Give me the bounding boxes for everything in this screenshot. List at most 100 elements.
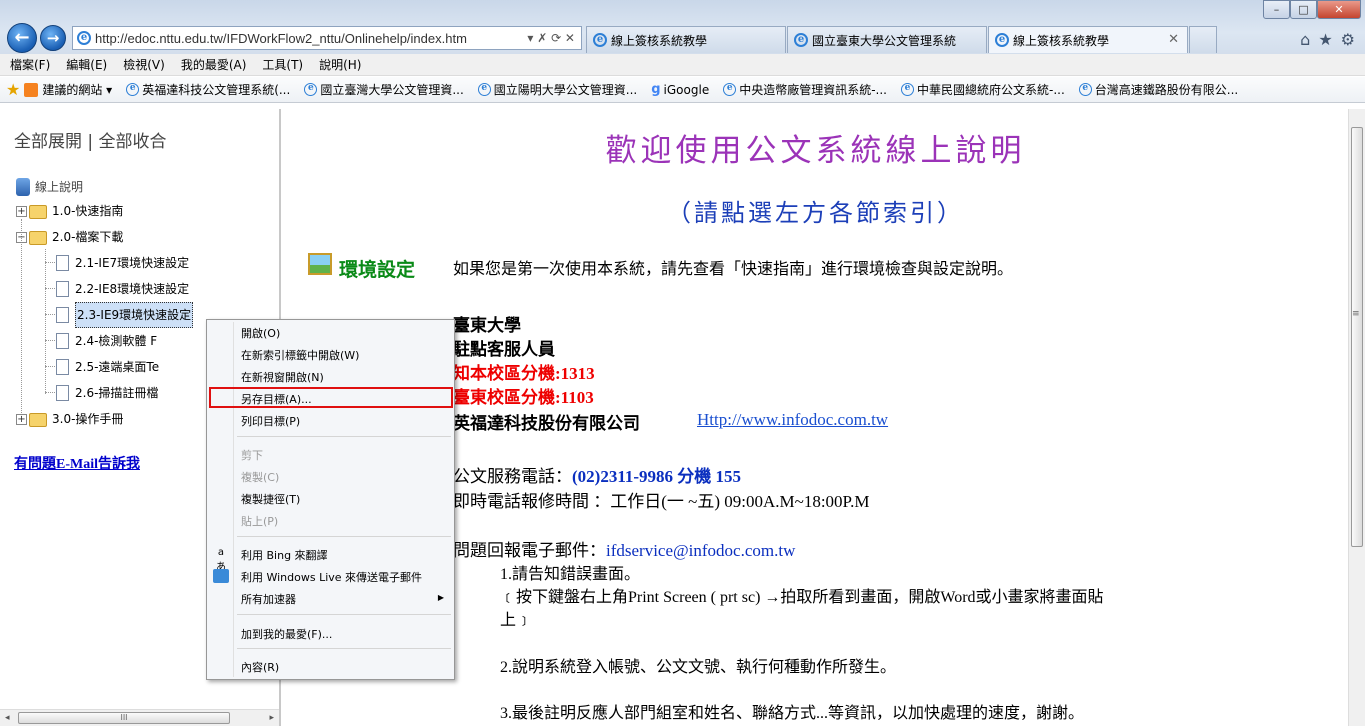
env-settings-label[interactable]: 環境設定 bbox=[339, 255, 415, 282]
ie-page-icon: e bbox=[477, 83, 491, 96]
tree-guide bbox=[45, 262, 55, 263]
main-vertical-scrollbar[interactable]: ≡ bbox=[1348, 109, 1365, 726]
left-horizontal-scrollbar[interactable]: ◂ III ▸ bbox=[0, 709, 279, 726]
new-tab-button[interactable] bbox=[1189, 26, 1217, 53]
service-phone: 公文服務電話：(02)2311-9986 分機 155 bbox=[453, 462, 741, 487]
menu-tools[interactable]: 工具(T) bbox=[262, 56, 303, 73]
fav-link[interactable]: e 台灣高速鐵路股份有限公... bbox=[1078, 81, 1238, 98]
tree-root[interactable]: 線上說明 bbox=[16, 175, 83, 199]
tree-item-2-6[interactable]: 2.6-掃描註冊檔 bbox=[56, 381, 158, 405]
tab-2[interactable]: e 國立臺東大學公文管理系統 bbox=[787, 26, 987, 53]
close-button[interactable]: ✕ bbox=[1317, 0, 1361, 19]
tree-item-2-0[interactable]: − 2.0-檔案下載 bbox=[16, 225, 123, 249]
browser-titlebar: ← → e http://edoc.nttu.edu.tw/IFDWorkFlo… bbox=[0, 0, 1365, 54]
step-1: 1.請告知錯誤畫面。 bbox=[500, 566, 641, 583]
maximize-button[interactable]: □ bbox=[1290, 0, 1317, 19]
tree-label-selected: 2.3-IE9環境快速設定 bbox=[75, 302, 194, 328]
back-button[interactable]: ← bbox=[7, 23, 37, 53]
env-settings-text: 如果您是第一次使用本系統，請先查看「快速指南」進行環境檢查與設定說明。 bbox=[453, 259, 1014, 278]
scroll-thumb[interactable] bbox=[1351, 127, 1363, 547]
tree-guide bbox=[45, 392, 55, 393]
tree-guide bbox=[45, 288, 55, 289]
address-bar[interactable]: e http://edoc.nttu.edu.tw/IFDWorkFlow2_n… bbox=[72, 26, 582, 50]
ctx-open[interactable]: 開啟(O) bbox=[241, 325, 280, 341]
scroll-thumb[interactable]: III bbox=[18, 712, 230, 724]
ctx-print-target[interactable]: 列印目標(P) bbox=[241, 413, 300, 429]
service-hours: 即時電話報修時間 ：工作日(一 ~五) 09:00A.M~18:00P.M bbox=[453, 492, 870, 511]
page-icon bbox=[56, 307, 69, 323]
expand-plus-icon[interactable]: + bbox=[16, 205, 27, 217]
collapse-all-link[interactable]: 全部收合 bbox=[99, 132, 167, 152]
ie-page-icon: e bbox=[593, 33, 607, 47]
expand-plus-icon[interactable]: + bbox=[16, 413, 27, 425]
menu-file[interactable]: 檔案(F) bbox=[10, 56, 50, 73]
fav-link[interactable]: e 中華民國總統府公文系統-... bbox=[900, 81, 1065, 98]
tree-item-2-1[interactable]: 2.1-IE7環境快速設定 bbox=[56, 251, 189, 275]
tree-label: 2.4-檢測軟體 F bbox=[75, 334, 158, 348]
fav-link[interactable]: e 英福達科技公文管理系統(... bbox=[126, 81, 290, 98]
tab-close-icon[interactable]: ✕ bbox=[1168, 32, 1179, 47]
fav-link[interactable]: e 國立陽明大學公文管理資... bbox=[477, 81, 637, 98]
tree-item-1-0[interactable]: + 1.0-快速指南 bbox=[16, 199, 123, 223]
favorites-star-icon[interactable]: ★ bbox=[1318, 30, 1332, 49]
company-url-link[interactable]: Http://www.infodoc.com.tw bbox=[697, 410, 888, 430]
minimize-button[interactable]: – bbox=[1263, 0, 1290, 19]
menu-separator bbox=[237, 648, 451, 649]
ctx-open-new-window[interactable]: 在新視窗開啟(N) bbox=[241, 369, 324, 385]
contact-ext-taitung: 臺東校區分機:1103 bbox=[453, 388, 594, 407]
fav-suggested-sites[interactable]: 建議的網站 ▾ bbox=[24, 81, 112, 98]
scroll-right-icon[interactable]: ▸ bbox=[269, 713, 274, 723]
home-icon[interactable]: ⌂ bbox=[1300, 30, 1310, 49]
fav-link[interactable]: g iGoogle bbox=[651, 82, 709, 97]
page-icon bbox=[56, 333, 69, 349]
support-email-label: 問題回報電子郵件： bbox=[453, 541, 606, 560]
ctx-cut: 剪下 bbox=[241, 449, 263, 462]
support-email-value[interactable]: ifdservice@infodoc.com.tw bbox=[606, 541, 795, 560]
fav-label: 國立臺灣大學公文管理資... bbox=[320, 83, 464, 97]
page-subtitle: （請點選左方各節索引） bbox=[667, 199, 964, 227]
landscape-picture-icon bbox=[308, 253, 332, 275]
ctx-translate-bing[interactable]: 利用 Bing 來翻譯 bbox=[241, 547, 328, 563]
menu-help[interactable]: 說明(H) bbox=[319, 56, 361, 73]
tree-item-2-2[interactable]: 2.2-IE8環境快速設定 bbox=[56, 277, 189, 301]
ctx-open-new-tab[interactable]: 在新索引標籤中開啟(W) bbox=[241, 347, 359, 363]
menu-edit[interactable]: 編輯(E) bbox=[66, 56, 107, 73]
collapse-minus-icon[interactable]: − bbox=[16, 231, 27, 243]
tab-label: 線上簽核系統教學 bbox=[1013, 33, 1110, 48]
tree-item-2-4[interactable]: 2.4-檢測軟體 F bbox=[56, 329, 157, 353]
folder-icon bbox=[29, 413, 47, 427]
fav-label: 中央造幣廠管理資訊系統-... bbox=[739, 83, 887, 97]
help-book-icon bbox=[16, 178, 30, 196]
address-input[interactable]: http://edoc.nttu.edu.tw/IFDWorkFlow2_ntt… bbox=[95, 31, 527, 46]
tree-item-3-0[interactable]: + 3.0-操作手冊 bbox=[16, 407, 123, 431]
tab-3-active[interactable]: e 線上簽核系統教學 ✕ bbox=[988, 26, 1188, 53]
context-menu: 開啟(O) 在新索引標籤中開啟(W) 在新視窗開啟(N) 另存目標(A)... … bbox=[206, 319, 455, 680]
favorites-star-icon[interactable]: ★ bbox=[6, 80, 20, 99]
ctx-copy-shortcut[interactable]: 複製捷徑(T) bbox=[241, 491, 300, 507]
menu-favorites[interactable]: 我的最愛(A) bbox=[181, 56, 247, 73]
fav-link[interactable]: e 國立臺灣大學公文管理資... bbox=[304, 81, 464, 98]
ctx-email-windows-live[interactable]: 利用 Windows Live 來傳送電子郵件 bbox=[241, 569, 422, 585]
scroll-left-icon[interactable]: ◂ bbox=[5, 713, 10, 723]
tree-label: 3.0-操作手冊 bbox=[52, 412, 124, 426]
gear-icon[interactable]: ⚙ bbox=[1341, 30, 1355, 49]
tree-item-2-5[interactable]: 2.5-遠端桌面Te bbox=[56, 355, 159, 379]
company-name: 英福達科技股份有限公司 bbox=[453, 414, 640, 433]
tree-label: 2.5-遠端桌面Te bbox=[75, 360, 160, 374]
submenu-arrow-icon: ▶ bbox=[437, 593, 444, 602]
contact-university: 臺東大學 bbox=[453, 316, 521, 335]
ctx-add-to-favorites[interactable]: 加到我的最愛(F)... bbox=[241, 626, 332, 642]
ctx-all-accelerators[interactable]: 所有加速器 bbox=[241, 591, 296, 607]
tab-1[interactable]: e 線上簽核系統教學 bbox=[586, 26, 786, 53]
ctx-properties[interactable]: 內容(R) bbox=[241, 659, 279, 675]
expand-all-link[interactable]: 全部展開 bbox=[14, 132, 82, 152]
fav-link[interactable]: e 中央造幣廠管理資訊系統-... bbox=[723, 81, 887, 98]
help-email-link[interactable]: 有問題E-Mail告訴我 bbox=[14, 453, 140, 473]
tab-label: 線上簽核系統教學 bbox=[611, 33, 708, 48]
ie-page-icon: e bbox=[723, 83, 737, 96]
address-controls[interactable]: ▾ ✗ ⟳ ✕ bbox=[527, 31, 575, 45]
tree-item-2-3[interactable]: 2.3-IE9環境快速設定 bbox=[56, 302, 194, 328]
forward-button[interactable]: → bbox=[40, 25, 66, 51]
bing-translate-icon: aあ bbox=[216, 547, 226, 573]
menu-view[interactable]: 檢視(V) bbox=[123, 56, 165, 73]
